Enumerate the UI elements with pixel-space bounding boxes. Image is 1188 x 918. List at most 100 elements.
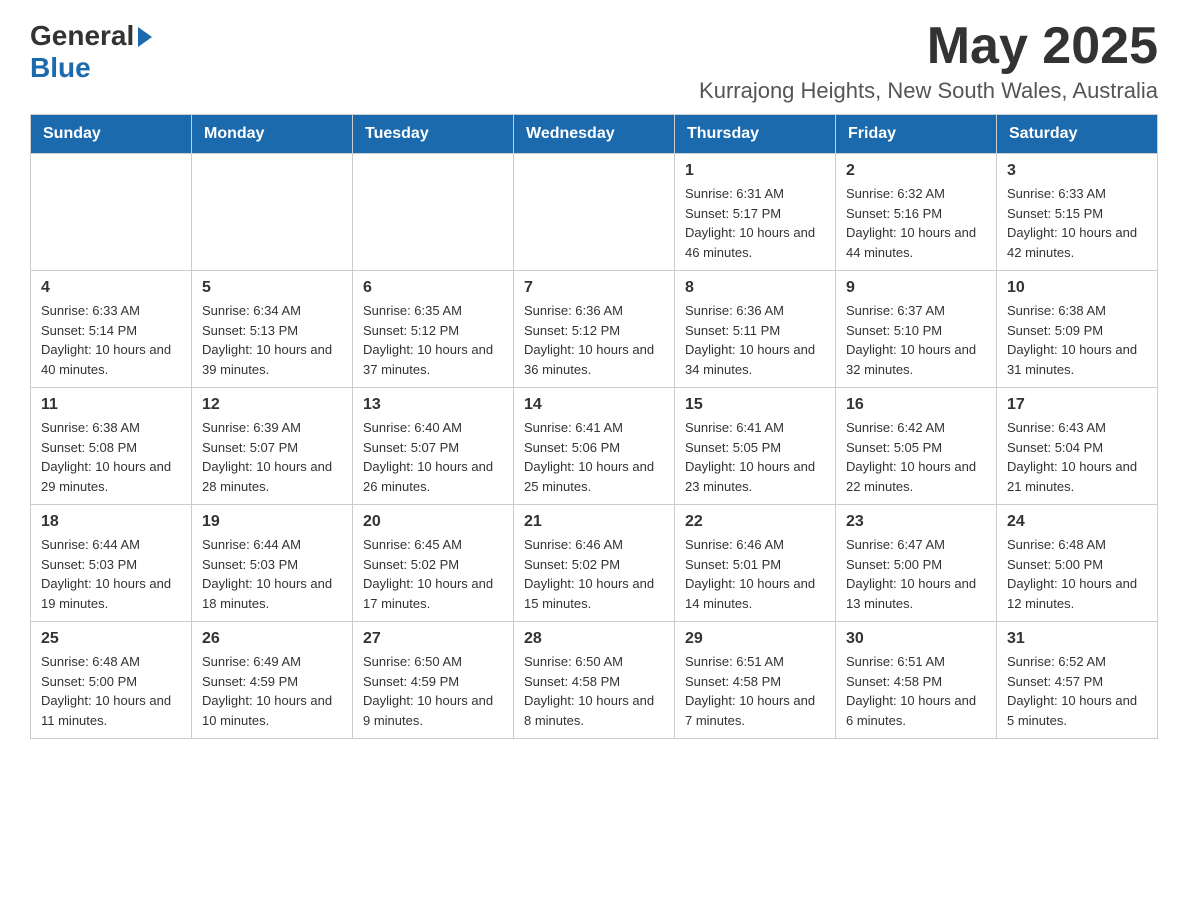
week-row-3: 11Sunrise: 6:38 AM Sunset: 5:08 PM Dayli…: [31, 388, 1158, 505]
day-info: Sunrise: 6:35 AM Sunset: 5:12 PM Dayligh…: [363, 301, 503, 379]
day-number: 23: [846, 513, 986, 531]
day-info: Sunrise: 6:48 AM Sunset: 5:00 PM Dayligh…: [1007, 535, 1147, 613]
day-number: 28: [524, 630, 664, 648]
day-number: 26: [202, 630, 342, 648]
calendar-cell: 20 Sunrise: 6:45 AM Sunset: 5:02 PM Dayli…: [353, 505, 514, 622]
day-number: 13: [363, 396, 503, 414]
calendar-cell: 12 Sunrise: 6:39 AM Sunset: 5:07 PM Dayli…: [192, 388, 353, 505]
day-info: Sunrise: 6:44 AM Sunset: 5:03 PM Dayligh…: [41, 535, 181, 613]
calendar-table: SundayMondayTuesdayWednesdayThursdayFrid…: [30, 114, 1158, 739]
calendar-cell: 25 Sunrise: 6:48 AM Sunset: 5:00 PM Dayli…: [31, 622, 192, 739]
calendar-cell: [353, 154, 514, 271]
day-number: 20: [363, 513, 503, 531]
calendar-cell: 15Sunrise: 6:41 AM Sunset: 5:05 PM Dayli…: [675, 388, 836, 505]
calendar-cell: 4 Sunrise: 6:33 AM Sunset: 5:14 PM Daylig…: [31, 271, 192, 388]
day-info: Sunrise: 6:50 AM Sunset: 4:58 PM Dayligh…: [524, 652, 664, 730]
day-number: 1: [685, 162, 825, 180]
day-header-friday: Friday: [836, 115, 997, 154]
calendar-cell: 29 Sunrise: 6:51 AM Sunset: 4:58 PM Dayli…: [675, 622, 836, 739]
calendar-cell: 3 Sunrise: 6:33 AM Sunset: 5:15 PM Daylig…: [997, 154, 1158, 271]
day-info: Sunrise: 6:43 AM Sunset: 5:04 PM Dayligh…: [1007, 418, 1147, 496]
day-info: Sunrise: 6:32 AM Sunset: 5:16 PM Dayligh…: [846, 184, 986, 262]
day-number: 14: [524, 396, 664, 414]
day-header-tuesday: Tuesday: [353, 115, 514, 154]
day-info: Sunrise: 6:50 AM Sunset: 4:59 PM Dayligh…: [363, 652, 503, 730]
day-info: Sunrise: 6:33 AM Sunset: 5:15 PM Dayligh…: [1007, 184, 1147, 262]
day-info: Sunrise: 6:46 AM Sunset: 5:01 PM Dayligh…: [685, 535, 825, 613]
calendar-cell: [514, 154, 675, 271]
day-number: 4: [41, 279, 181, 297]
day-info: Sunrise: 6:44 AM Sunset: 5:03 PM Dayligh…: [202, 535, 342, 613]
logo-general-text: General: [30, 20, 134, 52]
day-number: 2: [846, 162, 986, 180]
day-number: 15: [685, 396, 825, 414]
calendar-cell: 14Sunrise: 6:41 AM Sunset: 5:06 PM Dayli…: [514, 388, 675, 505]
calendar-cell: 19 Sunrise: 6:44 AM Sunset: 5:03 PM Dayli…: [192, 505, 353, 622]
day-number: 5: [202, 279, 342, 297]
calendar-cell: 11Sunrise: 6:38 AM Sunset: 5:08 PM Dayli…: [31, 388, 192, 505]
calendar-cell: 24 Sunrise: 6:48 AM Sunset: 5:00 PM Dayli…: [997, 505, 1158, 622]
day-number: 9: [846, 279, 986, 297]
calendar-cell: 30 Sunrise: 6:51 AM Sunset: 4:58 PM Dayli…: [836, 622, 997, 739]
day-info: Sunrise: 6:52 AM Sunset: 4:57 PM Dayligh…: [1007, 652, 1147, 730]
day-number: 24: [1007, 513, 1147, 531]
day-number: 27: [363, 630, 503, 648]
calendar-cell: 28 Sunrise: 6:50 AM Sunset: 4:58 PM Dayli…: [514, 622, 675, 739]
logo: General Blue: [30, 20, 152, 84]
day-header-wednesday: Wednesday: [514, 115, 675, 154]
day-info: Sunrise: 6:39 AM Sunset: 5:07 PM Dayligh…: [202, 418, 342, 496]
day-number: 29: [685, 630, 825, 648]
day-number: 22: [685, 513, 825, 531]
location-subtitle: Kurrajong Heights, New South Wales, Aust…: [699, 78, 1158, 104]
day-header-monday: Monday: [192, 115, 353, 154]
week-row-5: 25 Sunrise: 6:48 AM Sunset: 5:00 PM Dayli…: [31, 622, 1158, 739]
day-info: Sunrise: 6:45 AM Sunset: 5:02 PM Dayligh…: [363, 535, 503, 613]
day-number: 25: [41, 630, 181, 648]
day-number: 12: [202, 396, 342, 414]
calendar-cell: 2 Sunrise: 6:32 AM Sunset: 5:16 PM Daylig…: [836, 154, 997, 271]
day-info: Sunrise: 6:51 AM Sunset: 4:58 PM Dayligh…: [846, 652, 986, 730]
day-info: Sunrise: 6:37 AM Sunset: 5:10 PM Dayligh…: [846, 301, 986, 379]
day-number: 21: [524, 513, 664, 531]
day-info: Sunrise: 6:42 AM Sunset: 5:05 PM Dayligh…: [846, 418, 986, 496]
calendar-cell: [192, 154, 353, 271]
calendar-cell: [31, 154, 192, 271]
day-number: 3: [1007, 162, 1147, 180]
calendar-cell: 22 Sunrise: 6:46 AM Sunset: 5:01 PM Dayli…: [675, 505, 836, 622]
day-info: Sunrise: 6:36 AM Sunset: 5:11 PM Dayligh…: [685, 301, 825, 379]
page-header: General Blue May 2025 Kurrajong Heights,…: [30, 20, 1158, 104]
day-number: 30: [846, 630, 986, 648]
day-info: Sunrise: 6:51 AM Sunset: 4:58 PM Dayligh…: [685, 652, 825, 730]
day-info: Sunrise: 6:49 AM Sunset: 4:59 PM Dayligh…: [202, 652, 342, 730]
calendar-cell: 13 Sunrise: 6:40 AM Sunset: 5:07 PM Dayli…: [353, 388, 514, 505]
day-number: 8: [685, 279, 825, 297]
calendar-cell: 10 Sunrise: 6:38 AM Sunset: 5:09 PM Dayli…: [997, 271, 1158, 388]
day-info: Sunrise: 6:31 AM Sunset: 5:17 PM Dayligh…: [685, 184, 825, 262]
week-row-1: 1 Sunrise: 6:31 AM Sunset: 5:17 PM Daylig…: [31, 154, 1158, 271]
day-number: 10: [1007, 279, 1147, 297]
calendar-cell: 5 Sunrise: 6:34 AM Sunset: 5:13 PM Daylig…: [192, 271, 353, 388]
calendar-cell: 31 Sunrise: 6:52 AM Sunset: 4:57 PM Dayli…: [997, 622, 1158, 739]
calendar-cell: 21 Sunrise: 6:46 AM Sunset: 5:02 PM Dayli…: [514, 505, 675, 622]
day-info: Sunrise: 6:40 AM Sunset: 5:07 PM Dayligh…: [363, 418, 503, 496]
day-header-sunday: Sunday: [31, 115, 192, 154]
calendar-cell: 7 Sunrise: 6:36 AM Sunset: 5:12 PM Daylig…: [514, 271, 675, 388]
day-info: Sunrise: 6:36 AM Sunset: 5:12 PM Dayligh…: [524, 301, 664, 379]
calendar-cell: 27 Sunrise: 6:50 AM Sunset: 4:59 PM Dayli…: [353, 622, 514, 739]
day-info: Sunrise: 6:47 AM Sunset: 5:00 PM Dayligh…: [846, 535, 986, 613]
calendar-cell: 17 Sunrise: 6:43 AM Sunset: 5:04 PM Dayli…: [997, 388, 1158, 505]
day-info: Sunrise: 6:38 AM Sunset: 5:09 PM Dayligh…: [1007, 301, 1147, 379]
week-row-2: 4 Sunrise: 6:33 AM Sunset: 5:14 PM Daylig…: [31, 271, 1158, 388]
calendar-cell: 26 Sunrise: 6:49 AM Sunset: 4:59 PM Dayli…: [192, 622, 353, 739]
day-number: 7: [524, 279, 664, 297]
day-number: 31: [1007, 630, 1147, 648]
day-info: Sunrise: 6:46 AM Sunset: 5:02 PM Dayligh…: [524, 535, 664, 613]
day-number: 6: [363, 279, 503, 297]
title-area: May 2025 Kurrajong Heights, New South Wa…: [699, 20, 1158, 104]
day-info: Sunrise: 6:33 AM Sunset: 5:14 PM Dayligh…: [41, 301, 181, 379]
day-info: Sunrise: 6:48 AM Sunset: 5:00 PM Dayligh…: [41, 652, 181, 730]
day-number: 19: [202, 513, 342, 531]
day-number: 17: [1007, 396, 1147, 414]
calendar-cell: 23 Sunrise: 6:47 AM Sunset: 5:00 PM Dayli…: [836, 505, 997, 622]
day-info: Sunrise: 6:34 AM Sunset: 5:13 PM Dayligh…: [202, 301, 342, 379]
